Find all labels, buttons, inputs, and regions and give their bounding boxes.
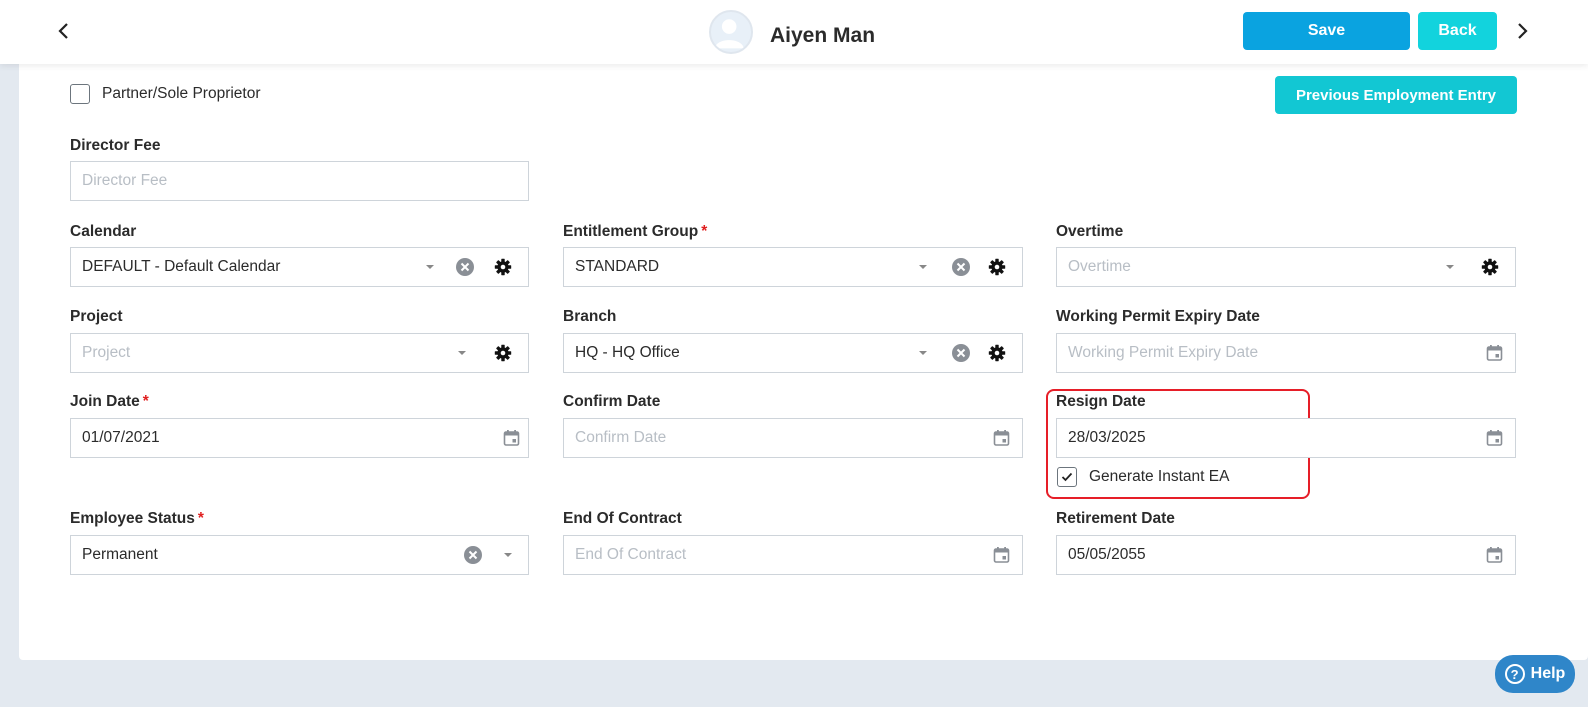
chevron-down-icon[interactable] <box>456 349 468 357</box>
confirm-date-placeholder: Confirm Date <box>575 429 667 446</box>
help-button[interactable]: ? Help <box>1495 655 1575 693</box>
employee-status-label: Employee Status * <box>70 510 204 527</box>
end-of-contract-label: End Of Contract <box>563 510 682 527</box>
branch-select[interactable]: HQ - HQ Office <box>563 333 1023 373</box>
user-avatar-icon <box>714 19 744 49</box>
project-label: Project <box>70 308 123 325</box>
calendar-label: Calendar <box>70 223 137 240</box>
prev-employee-button[interactable] <box>50 17 78 45</box>
director-fee-placeholder: Director Fee <box>82 172 168 189</box>
calendar-icon[interactable] <box>1486 345 1503 362</box>
next-employee-button[interactable] <box>1508 17 1536 45</box>
gear-icon[interactable] <box>988 344 1006 362</box>
working-permit-expiry-input[interactable]: Working Permit Expiry Date <box>1056 333 1516 373</box>
avatar <box>709 10 753 54</box>
employee-name: Aiyen Man <box>770 24 876 47</box>
required-marker: * <box>142 393 149 410</box>
retirement-date-input[interactable]: 05/05/2055 <box>1056 535 1516 575</box>
join-date-input[interactable]: 01/07/2021 <box>70 418 529 458</box>
chevron-down-icon[interactable] <box>502 551 514 559</box>
generate-instant-ea-label: Generate Instant EA <box>1089 468 1230 485</box>
chevron-left-icon <box>58 23 68 39</box>
help-label: Help <box>1530 665 1566 682</box>
gear-icon[interactable] <box>494 258 512 276</box>
director-fee-label: Director Fee <box>70 137 161 154</box>
confirm-date-input[interactable]: Confirm Date <box>563 418 1023 458</box>
chevron-down-icon[interactable] <box>1444 263 1456 271</box>
clear-icon[interactable] <box>951 257 971 277</box>
join-date-label: Join Date * <box>70 393 149 410</box>
calendar-icon[interactable] <box>1486 547 1503 564</box>
calendar-icon[interactable] <box>503 430 520 447</box>
chevron-right-icon <box>1518 23 1528 39</box>
working-permit-expiry-label: Working Permit Expiry Date <box>1056 308 1260 325</box>
gear-icon[interactable] <box>494 344 512 362</box>
clear-icon[interactable] <box>951 343 971 363</box>
resign-date-value: 28/03/2025 <box>1068 429 1146 446</box>
calendar-icon[interactable] <box>993 547 1010 564</box>
resign-date-label: Resign Date <box>1056 393 1146 410</box>
director-fee-input[interactable]: Director Fee <box>70 161 529 201</box>
chevron-down-icon[interactable] <box>424 263 436 271</box>
overtime-select[interactable]: Overtime <box>1056 247 1516 287</box>
project-select[interactable]: Project <box>70 333 529 373</box>
resign-date-input[interactable]: 28/03/2025 <box>1056 418 1516 458</box>
gear-icon[interactable] <box>988 258 1006 276</box>
top-bar: Aiyen Man Save Back <box>0 0 1588 64</box>
retirement-date-value: 05/05/2055 <box>1068 546 1146 563</box>
join-date-value: 01/07/2021 <box>82 429 160 446</box>
required-marker: * <box>197 510 204 527</box>
previous-employment-entry-button[interactable]: Previous Employment Entry <box>1275 76 1517 114</box>
required-marker: * <box>701 223 708 240</box>
partner-checkbox-row[interactable]: Partner/Sole Proprietor <box>70 84 261 104</box>
partner-checkbox-label: Partner/Sole Proprietor <box>102 85 261 102</box>
chevron-down-icon[interactable] <box>917 263 929 271</box>
employee-status-value: Permanent <box>82 546 158 563</box>
entitlement-group-select[interactable]: STANDARD <box>563 247 1023 287</box>
branch-label: Branch <box>563 308 617 325</box>
save-button[interactable]: Save <box>1243 12 1410 50</box>
entitlement-group-label: Entitlement Group * <box>563 223 708 240</box>
calendar-icon[interactable] <box>993 430 1010 447</box>
end-of-contract-input[interactable]: End Of Contract <box>563 535 1023 575</box>
retirement-date-label: Retirement Date <box>1056 510 1175 527</box>
working-permit-expiry-placeholder: Working Permit Expiry Date <box>1068 344 1259 361</box>
clear-icon[interactable] <box>455 257 475 277</box>
back-button[interactable]: Back <box>1418 12 1497 50</box>
end-of-contract-placeholder: End Of Contract <box>575 546 687 563</box>
employee-status-select[interactable]: Permanent <box>70 535 529 575</box>
generate-instant-ea-checkbox[interactable] <box>1057 467 1077 487</box>
calendar-icon[interactable] <box>1486 430 1503 447</box>
question-icon: ? <box>1504 664 1525 684</box>
check-icon <box>1061 472 1073 482</box>
confirm-date-label: Confirm Date <box>563 393 661 410</box>
clear-icon[interactable] <box>463 545 483 565</box>
partner-checkbox[interactable] <box>70 84 90 104</box>
calendar-select[interactable]: DEFAULT - Default Calendar <box>70 247 529 287</box>
overtime-label: Overtime <box>1056 223 1124 240</box>
chevron-down-icon[interactable] <box>917 349 929 357</box>
gear-icon[interactable] <box>1481 258 1499 276</box>
generate-instant-ea-row[interactable]: Generate Instant EA <box>1057 467 1229 487</box>
